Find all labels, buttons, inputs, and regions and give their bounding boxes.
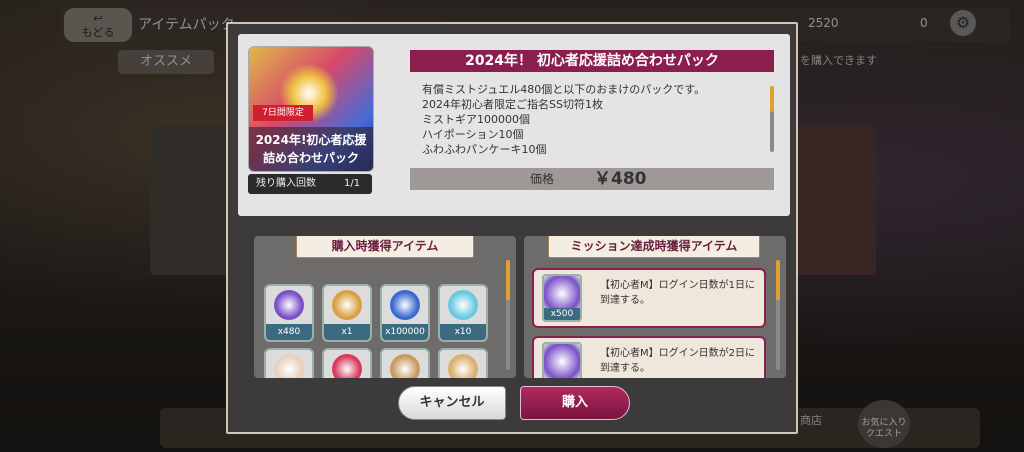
purchase-item[interactable]: x10 [438, 284, 488, 342]
scroll-icon [390, 354, 420, 378]
item-quantity: x10 [440, 324, 486, 340]
item-quantity: x480 [266, 324, 312, 340]
character-icon [274, 354, 304, 378]
potion-icon [448, 290, 478, 320]
remaining-label: 残り購入回数 [256, 178, 316, 189]
mission-item: 【初心者M】ログイン日数が2日に到達する。 [532, 336, 766, 378]
purchase-items-header: 購入時獲得アイテム [296, 236, 474, 258]
ticket-icon [332, 290, 362, 320]
price-label: 価格 [530, 172, 555, 186]
limited-ribbon: 7日間限定 [253, 105, 313, 121]
cancel-button[interactable]: キャンセル [398, 386, 506, 420]
jewel-icon [274, 290, 304, 320]
pack-info-panel: 7日間限定 2024年!初心者応援 詰め合わせパック 残り購入回数 1/1 20… [238, 34, 790, 216]
thumbnail-caption: 2024年!初心者応援 詰め合わせパック [249, 127, 373, 171]
pack-thumbnail: 7日間限定 2024年!初心者応援 詰め合わせパック [248, 46, 374, 172]
remaining-value: 1/1 [344, 178, 361, 189]
purchase-item[interactable] [380, 348, 430, 378]
item-quantity: x1 [324, 324, 370, 340]
pack-description: 有償ミストジュエル480個と以下のおまけのパックです。 2024年初心者限定ご指… [422, 83, 706, 156]
mission-items-panel: ミッション達成時獲得アイテム x500 【初心者M】ログイン日数が1日に到達する。… [524, 236, 786, 378]
description-scrollbar[interactable] [770, 86, 774, 152]
gear-icon [390, 290, 420, 320]
purchase-item[interactable]: x1 [322, 284, 372, 342]
purchase-items-panel: 購入時獲得アイテム x480 x1 x100000 x10 [254, 236, 516, 378]
purchase-items-scroll-thumb[interactable] [506, 260, 510, 300]
description-scroll-thumb[interactable] [770, 86, 774, 112]
purchase-item[interactable] [438, 348, 488, 378]
pack-title: 2024年！ 初心者応援詰め合わせパック [410, 50, 774, 72]
price-bar: 価格 ￥480 [410, 168, 774, 190]
map-icon [448, 354, 478, 378]
mission-items-header: ミッション達成時獲得アイテム [548, 236, 760, 258]
purchase-items-scrollbar[interactable] [506, 260, 510, 370]
thumbnail-caption-line1: 2024年!初心者応援 [255, 133, 367, 147]
mission-text: 【初心者M】ログイン日数が2日に到達する。 [600, 348, 755, 374]
mission-scroll-thumb[interactable] [776, 260, 780, 300]
heart-icon [332, 354, 362, 378]
mission-item: x500 【初心者M】ログイン日数が1日に到達する。 [532, 268, 766, 328]
purchase-item[interactable]: x100000 [380, 284, 430, 342]
purchase-item[interactable] [322, 348, 372, 378]
buy-button[interactable]: 購入 [520, 386, 630, 420]
thumbnail-caption-line2: 詰め合わせパック [262, 151, 359, 165]
purchase-item[interactable]: x480 [264, 284, 314, 342]
item-quantity: x100000 [382, 324, 428, 340]
mission-text: 【初心者M】ログイン日数が1日に到達する。 [600, 280, 755, 306]
jewel-icon: x500 [542, 274, 582, 322]
mission-reward-quantity: x500 [544, 308, 580, 320]
price-value: ￥480 [594, 169, 647, 189]
remaining-purchases: 残り購入回数 1/1 [248, 174, 372, 194]
mission-scrollbar[interactable] [776, 260, 780, 370]
purchase-dialog: 7日間限定 2024年!初心者応援 詰め合わせパック 残り購入回数 1/1 20… [226, 22, 798, 434]
purchase-item[interactable] [264, 348, 314, 378]
jewel-icon [542, 342, 582, 378]
